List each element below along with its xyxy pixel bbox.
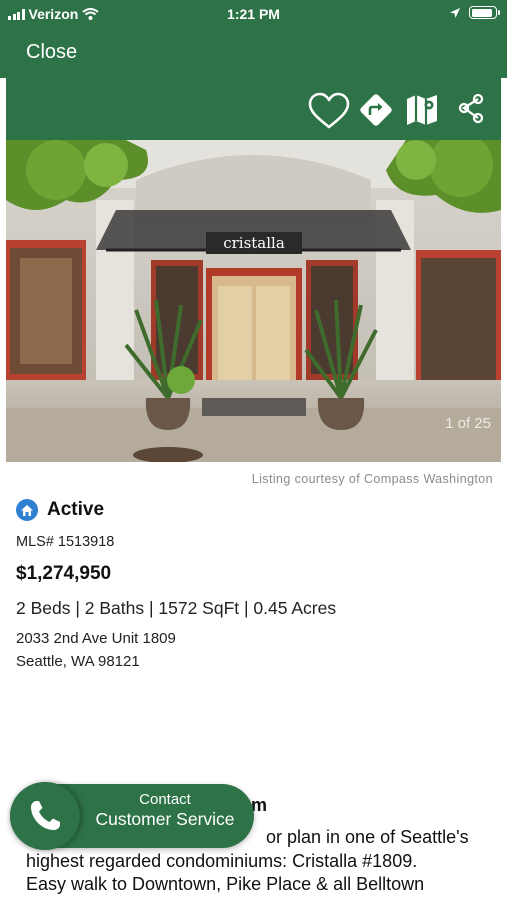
contact-label-line2: Customer Service xyxy=(95,809,235,829)
photo-counter: 1 of 25 xyxy=(445,415,491,432)
listing-price: $1,274,950 xyxy=(16,563,112,584)
location-arrow-icon xyxy=(450,7,460,18)
description-line2: highest regarded condominiums: Cristalla… xyxy=(26,850,418,871)
building-entrance-image: cristalla xyxy=(6,140,501,462)
description-line3: Easy walk to Downtown, Pike Place & all … xyxy=(26,874,425,894)
map-icon[interactable] xyxy=(404,92,440,128)
description-line1: or plan in one of Seattle's xyxy=(266,827,469,847)
nav-bar: Close xyxy=(0,30,507,78)
status-right xyxy=(449,6,500,19)
address-line1: 2033 2nd Ave Unit 1809 xyxy=(16,630,176,647)
close-button[interactable]: Close xyxy=(26,41,77,64)
listing-photo[interactable]: cristalla 1 of 25 xyxy=(6,140,501,462)
status-row: Active xyxy=(16,499,104,521)
contact-label-line1: Contact xyxy=(139,791,191,808)
listing-courtesy: Listing courtesy of Compass Washington xyxy=(251,472,493,486)
building-sign: cristalla xyxy=(223,234,285,252)
mls-number: MLS# 1513918 xyxy=(16,534,115,550)
heart-icon[interactable] xyxy=(308,92,350,130)
address-line2: Seattle, WA 98121 xyxy=(16,653,140,670)
status-bar: Verizon 1:21 PM xyxy=(0,0,507,30)
clock: 1:21 PM xyxy=(227,6,280,22)
contact-customer-service-button[interactable]: Contact Customer Service xyxy=(10,782,254,850)
home-icon xyxy=(16,499,38,521)
directions-icon[interactable] xyxy=(358,92,394,128)
phone-icon xyxy=(10,782,80,850)
listing-specs: 2 Beds | 2 Baths | 1572 SqFt | 0.45 Acre… xyxy=(16,598,337,618)
listing-status: Active xyxy=(47,499,105,520)
battery-icon xyxy=(469,6,500,19)
share-icon[interactable] xyxy=(456,92,486,126)
